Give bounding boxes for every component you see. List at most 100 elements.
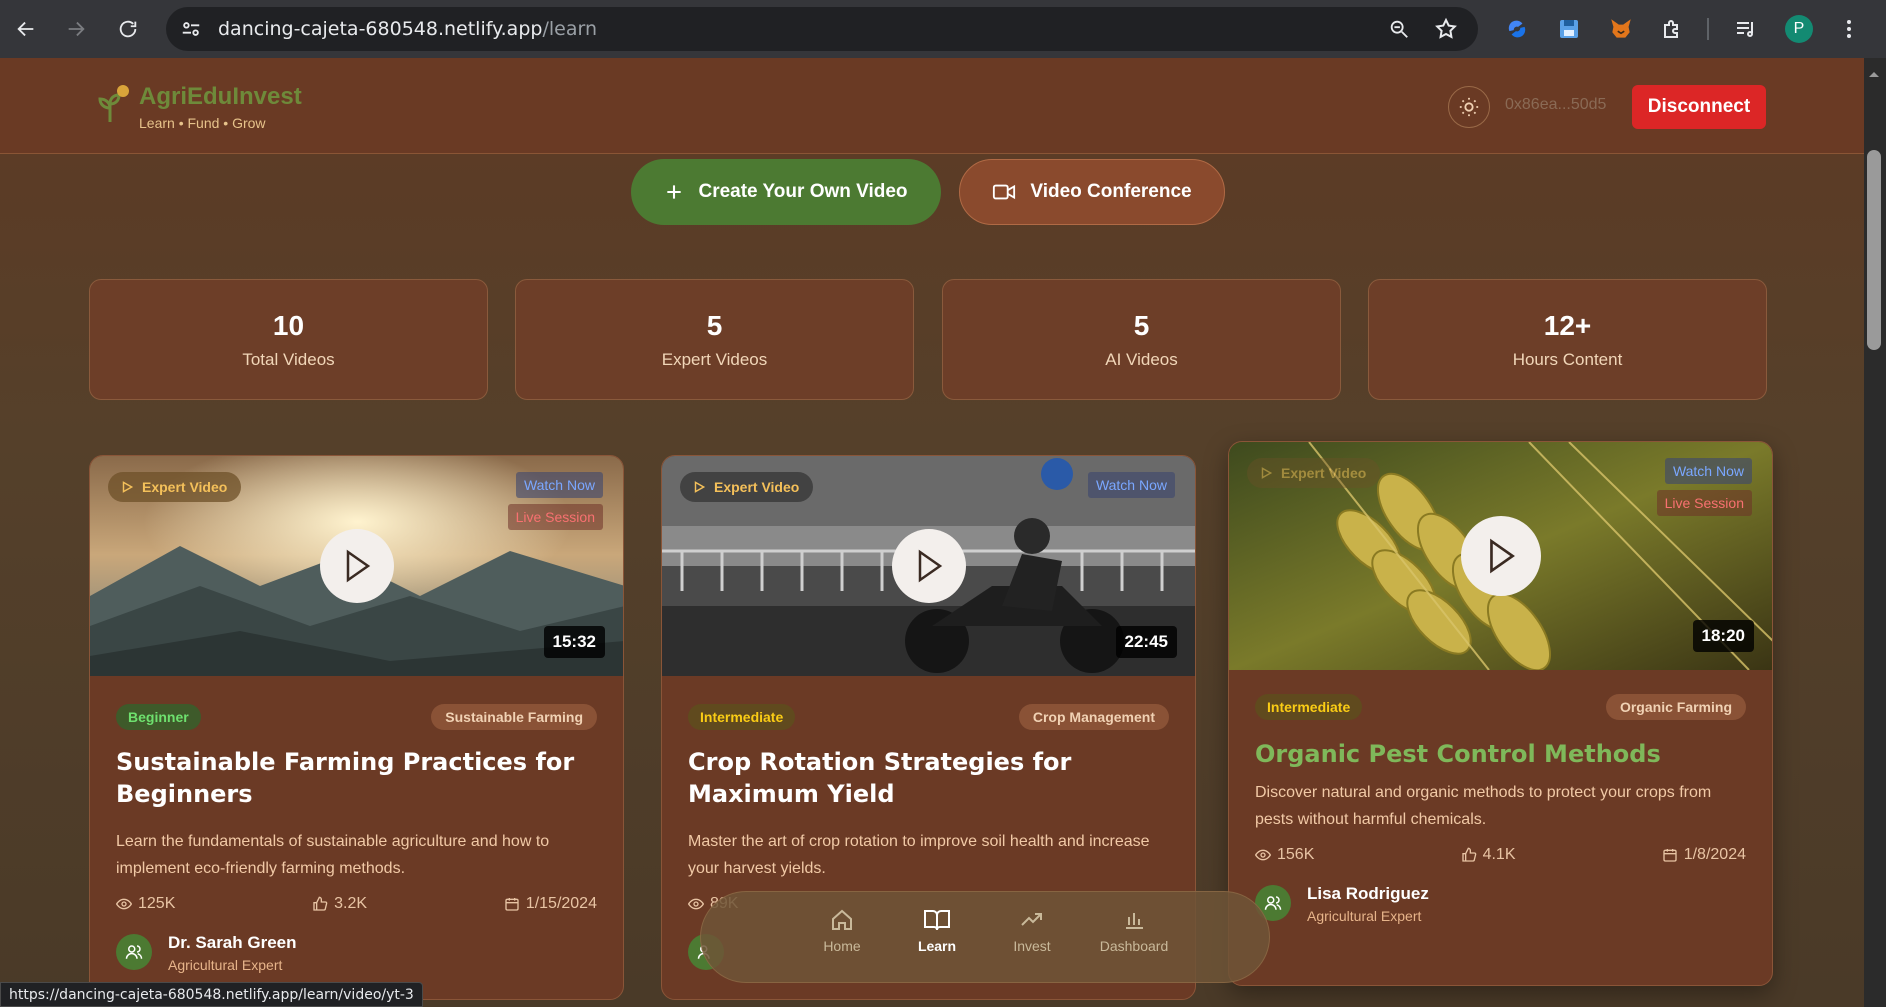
- scroll-up-arrow-icon[interactable]: [1867, 66, 1881, 77]
- play-outline-icon: [122, 481, 134, 493]
- category-badge: Sustainable Farming: [431, 704, 597, 730]
- eye-icon: [688, 898, 704, 910]
- live-session-link[interactable]: Live Session: [507, 504, 603, 530]
- media-controls-icon[interactable]: [1729, 12, 1763, 46]
- nav-label: Dashboard: [1099, 938, 1169, 954]
- extension-swirl-icon[interactable]: [1500, 12, 1534, 46]
- video-duration: 18:20: [1692, 620, 1754, 652]
- nav-label: Learn: [917, 938, 957, 954]
- likes-count[interactable]: 4.1K: [1461, 846, 1516, 864]
- create-video-label: Create Your Own Video: [698, 181, 908, 202]
- brand-name[interactable]: AgriEduInvest: [139, 83, 302, 111]
- save-extension-icon[interactable]: [1552, 12, 1586, 46]
- forward-icon[interactable]: [56, 9, 96, 49]
- video-meta: 156K 4.1K 1/8/2024: [1255, 846, 1746, 864]
- likes-count[interactable]: 3.2K: [312, 895, 367, 913]
- watch-now-link[interactable]: Watch Now: [1087, 472, 1175, 498]
- scrollbar-thumb[interactable]: [1867, 150, 1881, 350]
- users-icon: [1264, 896, 1282, 910]
- back-icon[interactable]: [6, 9, 46, 49]
- bottom-navigation: Home Learn Invest Dashboard: [700, 891, 1270, 984]
- video-description: Learn the fundamentals of sustainable ag…: [116, 833, 550, 877]
- publish-date: 1/8/2024: [1662, 846, 1746, 864]
- video-thumbnail-mountains[interactable]: Expert Video Watch Now Live Session 15:3…: [90, 456, 623, 676]
- browser-toolbar: dancing-cajeta-680548.netlify.app/learn …: [0, 0, 1886, 58]
- video-thumbnail-wheat[interactable]: Expert Video Watch Now Live Session 18:2…: [1229, 442, 1772, 670]
- calendar-icon: [505, 898, 519, 911]
- badge-label: Expert Video: [1281, 465, 1367, 481]
- theme-toggle-button[interactable]: [1448, 86, 1490, 128]
- extensions-puzzle-icon[interactable]: [1655, 12, 1689, 46]
- metamask-fox-icon[interactable]: [1604, 12, 1638, 46]
- url-text: dancing-cajeta-680548.netlify.app/learn: [218, 18, 597, 40]
- calendar-icon: [1663, 849, 1677, 862]
- users-icon: [125, 945, 143, 959]
- play-button[interactable]: [1460, 516, 1541, 596]
- sprout-logo-icon: [92, 84, 132, 124]
- link-status-bar: https://dancing-cajeta-680548.netlify.ap…: [0, 982, 423, 1007]
- thumbs-up-icon: [1461, 847, 1476, 862]
- stat-label: Expert Videos: [661, 350, 768, 369]
- brand-tagline: Learn • Fund • Grow: [139, 115, 266, 131]
- video-card-organic-pest-control[interactable]: Expert Video Watch Now Live Session 18:2…: [1228, 441, 1773, 986]
- badge-label: Expert Video: [714, 479, 800, 495]
- badge-label: Expert Video: [142, 479, 228, 495]
- play-button[interactable]: [319, 529, 394, 603]
- video-thumbnail-motorcycle[interactable]: Expert Video Watch Now 22:45: [662, 456, 1195, 676]
- author-role: Agricultural Expert: [1307, 908, 1422, 924]
- stat-value: 5: [706, 310, 723, 341]
- home-icon: [832, 909, 852, 930]
- bookmark-star-icon[interactable]: [1434, 17, 1458, 46]
- video-conference-label: Video Conference: [1030, 181, 1192, 202]
- live-session-link[interactable]: Live Session: [1656, 490, 1752, 516]
- video-conference-button[interactable]: Video Conference: [959, 159, 1225, 225]
- wallet-address: 0x86ea...50d5: [1505, 96, 1607, 113]
- video-title[interactable]: Organic Pest Control Methods: [1255, 738, 1735, 770]
- video-card-sustainable-farming[interactable]: Expert Video Watch Now Live Session 15:3…: [89, 455, 624, 1000]
- play-icon: [1489, 538, 1515, 574]
- stat-card-expert-videos: 5 Expert Videos: [515, 279, 914, 400]
- zoom-icon[interactable]: [1388, 18, 1410, 45]
- play-outline-icon: [694, 481, 706, 493]
- level-badge: Intermediate: [1255, 694, 1363, 720]
- views-count: 125K: [116, 895, 175, 913]
- video-title[interactable]: Sustainable Farming Practices for Beginn…: [116, 746, 596, 810]
- sun-icon: [1459, 97, 1479, 117]
- video-duration: 22:45: [1115, 626, 1177, 658]
- stat-card-ai-videos: 5 AI Videos: [942, 279, 1341, 400]
- play-outline-icon: [1261, 467, 1273, 479]
- stat-card-hours-content: 12+ Hours Content: [1368, 279, 1767, 400]
- expert-video-badge: Expert Video: [1247, 458, 1381, 488]
- stat-card-total-videos: 10 Total Videos: [89, 279, 488, 400]
- author-name: Dr. Sarah Green: [168, 933, 297, 952]
- site-info-icon[interactable]: [180, 18, 202, 45]
- open-book-icon: [924, 910, 950, 931]
- eye-icon: [1255, 849, 1271, 861]
- stat-label: Total Videos: [242, 350, 335, 369]
- profile-avatar[interactable]: P: [1782, 12, 1816, 46]
- reload-icon[interactable]: [108, 9, 148, 49]
- video-title[interactable]: Crop Rotation Strategies for Maximum Yie…: [688, 746, 1168, 810]
- video-camera-icon: [993, 184, 1016, 200]
- create-video-button[interactable]: Create Your Own Video: [631, 159, 941, 225]
- address-bar[interactable]: dancing-cajeta-680548.netlify.app/learn: [166, 7, 1478, 51]
- level-badge: Beginner: [116, 704, 201, 730]
- video-description: Discover natural and organic methods to …: [1255, 784, 1712, 828]
- stat-value: 5: [1133, 310, 1150, 341]
- nav-dashboard[interactable]: Dashboard: [1089, 908, 1179, 954]
- play-icon: [346, 549, 370, 583]
- disconnect-button[interactable]: Disconnect: [1632, 85, 1766, 129]
- nav-home[interactable]: Home: [802, 908, 882, 954]
- author-avatar: [116, 934, 152, 970]
- category-badge: Organic Farming: [1605, 694, 1746, 720]
- watch-now-link[interactable]: Watch Now: [1664, 458, 1752, 484]
- stat-label: AI Videos: [1105, 350, 1178, 369]
- thumbs-up-icon: [313, 896, 328, 911]
- watch-now-link[interactable]: Watch Now: [515, 472, 603, 498]
- page-viewport: AgriEduInvest Learn • Fund • Grow 0x86ea…: [0, 58, 1864, 1007]
- browser-menu-icon[interactable]: [1832, 12, 1866, 46]
- nav-learn[interactable]: Learn: [885, 892, 989, 984]
- video-description: Master the art of crop rotation to impro…: [688, 833, 1150, 877]
- play-button[interactable]: [891, 529, 966, 603]
- nav-invest[interactable]: Invest: [992, 908, 1072, 954]
